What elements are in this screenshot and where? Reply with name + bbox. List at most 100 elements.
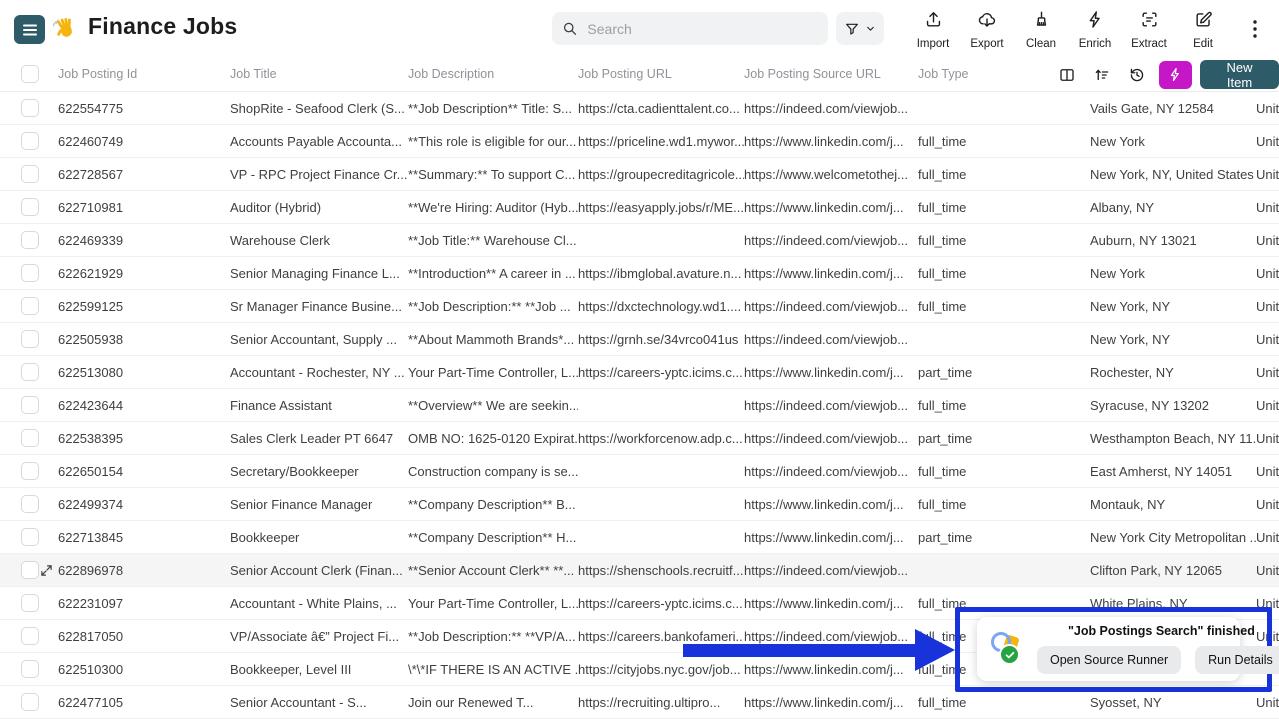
cell-job-description: **Company Description** B... — [408, 497, 578, 512]
cell-country: United States — [1256, 332, 1279, 347]
edit-button[interactable]: Edit — [1176, 8, 1230, 50]
chevron-down-icon — [865, 23, 876, 34]
cell-location: East Amherst, NY 14051 — [1090, 464, 1256, 479]
cell-job-posting-source-url: https://indeed.com/viewjob... — [744, 233, 918, 248]
cell-job-posting-source-url: https://indeed.com/viewjob... — [744, 563, 918, 578]
hamburger-menu-button[interactable] — [14, 15, 45, 44]
row-checkbox[interactable] — [21, 363, 39, 381]
filter-button[interactable] — [836, 12, 884, 45]
cell-job-title: Bookkeeper — [230, 530, 408, 545]
row-checkbox[interactable] — [21, 495, 39, 513]
row-checkbox[interactable] — [21, 660, 39, 678]
select-all-checkbox[interactable] — [21, 65, 39, 83]
table-row[interactable]: 622554775 ShopRite - Seafood Clerk (S...… — [0, 92, 1279, 125]
cell-country: United States — [1256, 398, 1279, 413]
ai-actions-button[interactable] — [1159, 61, 1192, 89]
cell-job-description: \*\*IF THERE IS AN ACTIVE ... — [408, 662, 578, 677]
table-row[interactable]: 622423644 Finance Assistant **Overview**… — [0, 389, 1279, 422]
cell-job-posting-source-url: https://indeed.com/viewjob... — [744, 431, 918, 446]
cell-job-type: part_time — [918, 530, 1090, 545]
run-details-button[interactable]: Run Details — [1195, 646, 1279, 674]
cell-job-posting-source-url: https://www.linkedin.com/j... — [744, 530, 918, 545]
cell-job-title: Bookkeeper, Level III — [230, 662, 408, 677]
table-row[interactable]: 622650154 Secretary/Bookkeeper Construct… — [0, 455, 1279, 488]
enrich-button[interactable]: Enrich — [1068, 8, 1122, 50]
cell-job-posting-id: 622231097 — [58, 596, 230, 611]
table-row[interactable]: 622469339 Warehouse Clerk **Job Title:**… — [0, 224, 1279, 257]
table-row[interactable]: 622460749 Accounts Payable Accounta... *… — [0, 125, 1279, 158]
cell-job-posting-url: https://cta.cadienttalent.co... — [578, 101, 744, 116]
columns-button[interactable] — [1054, 61, 1081, 89]
row-checkbox[interactable] — [21, 594, 39, 612]
table-row[interactable]: 622499374 Senior Finance Manager **Compa… — [0, 488, 1279, 521]
table-row[interactable]: 622538395 Sales Clerk Leader PT 6647 OMB… — [0, 422, 1279, 455]
cell-job-type: full_time — [918, 464, 1090, 479]
row-checkbox[interactable] — [21, 132, 39, 150]
table-row[interactable]: 622896978 Senior Account Clerk (Finan...… — [0, 554, 1279, 587]
import-button[interactable]: Import — [906, 8, 960, 50]
export-button[interactable]: Export — [960, 8, 1014, 50]
table-row[interactable]: 622505938 Senior Accountant, Supply ... … — [0, 323, 1279, 356]
cell-location: Westhampton Beach, NY 11... — [1090, 431, 1256, 446]
extract-button[interactable]: Extract — [1122, 8, 1176, 50]
expand-record-icon[interactable] — [40, 564, 53, 577]
column-header-job-title[interactable]: Job Title — [230, 67, 408, 81]
row-checkbox[interactable] — [21, 561, 39, 579]
cell-country: United States — [1256, 464, 1279, 479]
cell-location: Albany, NY — [1090, 200, 1256, 215]
table-row[interactable]: 622513080 Accountant - Rochester, NY ...… — [0, 356, 1279, 389]
column-header-job-posting-url[interactable]: Job Posting URL — [578, 67, 744, 81]
table-row[interactable]: 622713845 Bookkeeper **Company Descripti… — [0, 521, 1279, 554]
row-checkbox[interactable] — [21, 627, 39, 645]
cell-job-title: Accountant - Rochester, NY ... — [230, 365, 408, 380]
kebab-menu-icon — [1244, 17, 1266, 41]
row-checkbox[interactable] — [21, 330, 39, 348]
cell-job-description: **Job Description** Title: S... — [408, 101, 578, 116]
column-header-job-description[interactable]: Job Description — [408, 67, 578, 81]
table-row[interactable]: 622599125 Sr Manager Finance Busine... *… — [0, 290, 1279, 323]
cell-job-title: ShopRite - Seafood Clerk (S... — [230, 101, 408, 116]
cell-country: United States — [1256, 134, 1279, 149]
search-input[interactable] — [585, 20, 818, 38]
cell-job-posting-id: 622505938 — [58, 332, 230, 347]
row-checkbox[interactable] — [21, 462, 39, 480]
row-checkbox[interactable] — [21, 528, 39, 546]
row-checkbox[interactable] — [21, 198, 39, 216]
more-options-button[interactable] — [1238, 16, 1260, 42]
cell-job-description: **Job Description:** **VP/A... — [408, 629, 578, 644]
row-checkbox[interactable] — [21, 231, 39, 249]
table-row[interactable]: 622621929 Senior Managing Finance L... *… — [0, 257, 1279, 290]
row-checkbox[interactable] — [21, 396, 39, 414]
new-item-button[interactable]: New Item — [1200, 60, 1279, 89]
row-checkbox[interactable] — [21, 99, 39, 117]
clean-button[interactable]: Clean — [1014, 8, 1068, 50]
column-header-job-posting-source-url[interactable]: Job Posting Source URL — [744, 67, 918, 81]
history-button[interactable] — [1124, 61, 1151, 89]
sort-button[interactable] — [1089, 61, 1116, 89]
row-checkbox[interactable] — [21, 264, 39, 282]
cell-job-type: part_time — [918, 365, 1090, 380]
row-checkbox[interactable] — [21, 693, 39, 711]
cell-job-posting-source-url: https://indeed.com/viewjob... — [744, 299, 918, 314]
cell-job-posting-source-url: https://www.linkedin.com/j... — [744, 134, 918, 149]
cell-job-posting-url: https://grnh.se/34vrco041us — [578, 332, 744, 347]
cell-job-description: **Senior Account Clerk** **... — [408, 563, 578, 578]
page-title: Finance Jobs — [88, 13, 237, 40]
cell-location: Vails Gate, NY 12584 — [1090, 101, 1256, 116]
cell-job-posting-url: https://careers-yptc.icims.c... — [578, 365, 744, 380]
export-label: Export — [970, 38, 1003, 50]
open-source-runner-button[interactable]: Open Source Runner — [1037, 646, 1181, 674]
row-checkbox[interactable] — [21, 165, 39, 183]
column-header-job-posting-id[interactable]: Job Posting Id — [58, 67, 230, 81]
table-row[interactable]: 622710981 Auditor (Hybrid) **We're Hirin… — [0, 191, 1279, 224]
filter-funnel-icon — [844, 21, 860, 37]
broom-icon — [1032, 10, 1051, 29]
cell-job-posting-source-url: https://indeed.com/viewjob... — [744, 101, 918, 116]
cell-job-type: full_time — [918, 299, 1090, 314]
cloud-download-icon — [977, 10, 997, 29]
row-checkbox[interactable] — [21, 297, 39, 315]
table-row[interactable]: 622728567 VP - RPC Project Finance Cr...… — [0, 158, 1279, 191]
cell-country: United States — [1256, 233, 1279, 248]
row-checkbox[interactable] — [21, 429, 39, 447]
search-box — [552, 12, 828, 45]
